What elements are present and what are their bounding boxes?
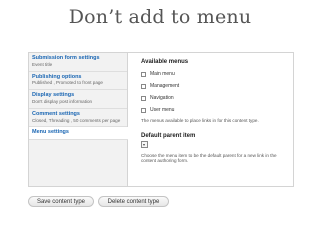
checkbox-label: Management xyxy=(150,83,180,89)
available-menus-label: Available menus xyxy=(141,59,189,65)
tab-title: Comment settings xyxy=(32,110,80,117)
tab-summary: Event title xyxy=(32,61,53,67)
page-title: Don’t add to menu xyxy=(68,6,252,28)
tab-summary: Don't display post information xyxy=(32,98,93,104)
menu-option-navigation: Navigation xyxy=(141,95,287,101)
tab-title: Menu settings xyxy=(32,129,69,136)
user-menu-checkbox[interactable] xyxy=(141,107,146,113)
tab-menu-settings[interactable]: Menu settings xyxy=(29,127,128,141)
default-parent-select[interactable]: ▾ xyxy=(141,140,148,148)
available-menus-description: The menus available to place links in fo… xyxy=(141,118,259,123)
tab-display-settings[interactable]: Display settings Don't display post info… xyxy=(29,90,127,109)
tab-summary: Published , Promoted to front page xyxy=(32,80,103,86)
checkbox-label: Navigation xyxy=(150,95,174,101)
checkbox-label: User menu xyxy=(150,107,175,113)
default-parent-description: Choose the menu item to be the default p… xyxy=(141,152,277,164)
default-parent-label: Default parent item xyxy=(141,132,196,139)
navigation-checkbox[interactable] xyxy=(141,95,146,101)
management-checkbox[interactable] xyxy=(141,83,146,89)
menu-option-main-menu: Main menu xyxy=(141,71,287,77)
main-menu-checkbox[interactable] xyxy=(141,71,146,77)
tab-summary: Closed, Threading , 50 comments per page xyxy=(32,117,121,123)
menu-settings-pane: Available menus Main menu Management Nav… xyxy=(141,57,287,164)
tab-title: Submission form settings xyxy=(32,55,100,61)
save-content-type-button[interactable]: Save content type xyxy=(28,196,94,207)
tab-submission-form-settings[interactable]: Submission form settings Event title xyxy=(29,53,127,72)
menu-option-user-menu: User menu xyxy=(141,107,287,113)
select-arrow-icon: ▾ xyxy=(143,141,146,147)
delete-content-type-button[interactable]: Delete content type xyxy=(98,196,169,207)
tab-comment-settings[interactable]: Comment settings Closed, Threading , 50 … xyxy=(29,109,127,128)
vertical-tabs-list: Submission form settings Event title Pub… xyxy=(29,53,128,186)
tab-publishing-options[interactable]: Publishing options Published , Promoted … xyxy=(29,72,127,91)
checkbox-label: Main menu xyxy=(150,71,175,77)
vertical-tabs-panel: Submission form settings Event title Pub… xyxy=(28,52,294,187)
menu-option-management: Management xyxy=(141,83,287,89)
